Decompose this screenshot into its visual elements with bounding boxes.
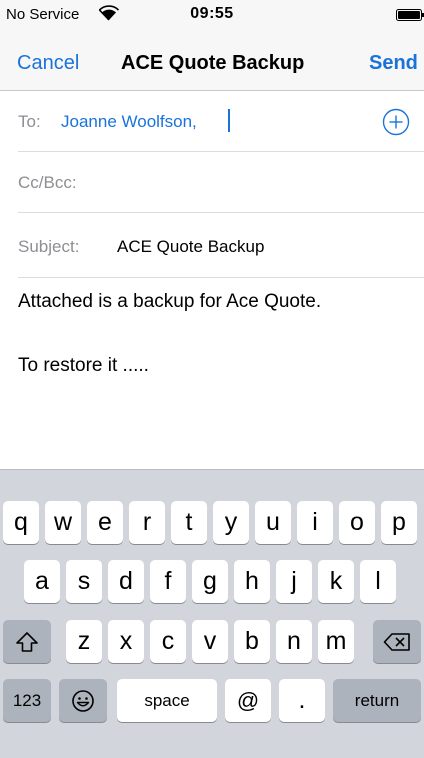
key-r[interactable]: r [129, 501, 165, 544]
at-key[interactable]: @ [225, 679, 271, 722]
cc-bcc-field[interactable]: Cc/Bcc: [18, 152, 424, 213]
shift-key[interactable] [3, 620, 51, 663]
send-button[interactable]: Send [369, 52, 418, 75]
key-m[interactable]: m [318, 620, 354, 663]
shift-icon [16, 631, 38, 652]
delete-key[interactable] [373, 620, 421, 663]
plus-circle-icon [382, 108, 410, 136]
key-s[interactable]: s [66, 560, 102, 603]
status-bar: No Service 09:55 [0, 0, 424, 40]
return-key[interactable]: return [333, 679, 421, 722]
recipient-token[interactable]: Joanne Woolfson, [61, 112, 197, 132]
cc-bcc-label: Cc/Bcc: [18, 173, 77, 192]
key-f[interactable]: f [150, 560, 186, 603]
key-t[interactable]: t [171, 501, 207, 544]
delete-icon [383, 632, 410, 651]
key-v[interactable]: v [192, 620, 228, 663]
key-w[interactable]: w [45, 501, 81, 544]
to-label: To: [18, 112, 41, 131]
key-e[interactable]: e [87, 501, 123, 544]
text-cursor [228, 109, 230, 132]
mail-compose-screen: No Service 09:55 Cancel ACE Quote Backup… [0, 0, 424, 758]
key-i[interactable]: i [297, 501, 333, 544]
body-line: Attached is a backup for Ace Quote. [18, 291, 322, 312]
cancel-button[interactable]: Cancel [17, 52, 79, 75]
key-z[interactable]: z [66, 620, 102, 663]
key-l[interactable]: l [360, 560, 396, 603]
to-field[interactable]: To: Joanne Woolfson, [18, 91, 424, 152]
subject-label: Subject: [18, 237, 80, 256]
navigation-bar: Cancel ACE Quote Backup Send [0, 40, 424, 91]
battery-icon [396, 8, 424, 21]
add-contact-button[interactable] [382, 108, 410, 136]
key-n[interactable]: n [276, 620, 312, 663]
body-line: To restore it ..... [18, 355, 149, 376]
period-key[interactable]: . [279, 679, 325, 722]
message-body[interactable]: Attached is a backup for Ace Quote. To r… [18, 290, 418, 377]
key-x[interactable]: x [108, 620, 144, 663]
key-p[interactable]: p [381, 501, 417, 544]
key-h[interactable]: h [234, 560, 270, 603]
key-j[interactable]: j [276, 560, 312, 603]
page-title: ACE Quote Backup [121, 52, 305, 74]
emoji-icon [72, 689, 94, 712]
key-c[interactable]: c [150, 620, 186, 663]
subject-field[interactable]: Subject: ACE Quote Backup [18, 214, 424, 278]
key-y[interactable]: y [213, 501, 249, 544]
keyboard: q w e r t y u i o p a s d f g h j k l z … [0, 469, 424, 758]
key-b[interactable]: b [234, 620, 270, 663]
key-g[interactable]: g [192, 560, 228, 603]
key-q[interactable]: q [3, 501, 39, 544]
key-a[interactable]: a [24, 560, 60, 603]
key-u[interactable]: u [255, 501, 291, 544]
space-key[interactable]: space [117, 679, 217, 722]
key-k[interactable]: k [318, 560, 354, 603]
subject-value[interactable]: ACE Quote Backup [117, 237, 264, 257]
emoji-key[interactable] [59, 679, 107, 722]
numbers-key[interactable]: 123 [3, 679, 51, 722]
key-d[interactable]: d [108, 560, 144, 603]
clock: 09:55 [190, 5, 234, 22]
key-o[interactable]: o [339, 501, 375, 544]
